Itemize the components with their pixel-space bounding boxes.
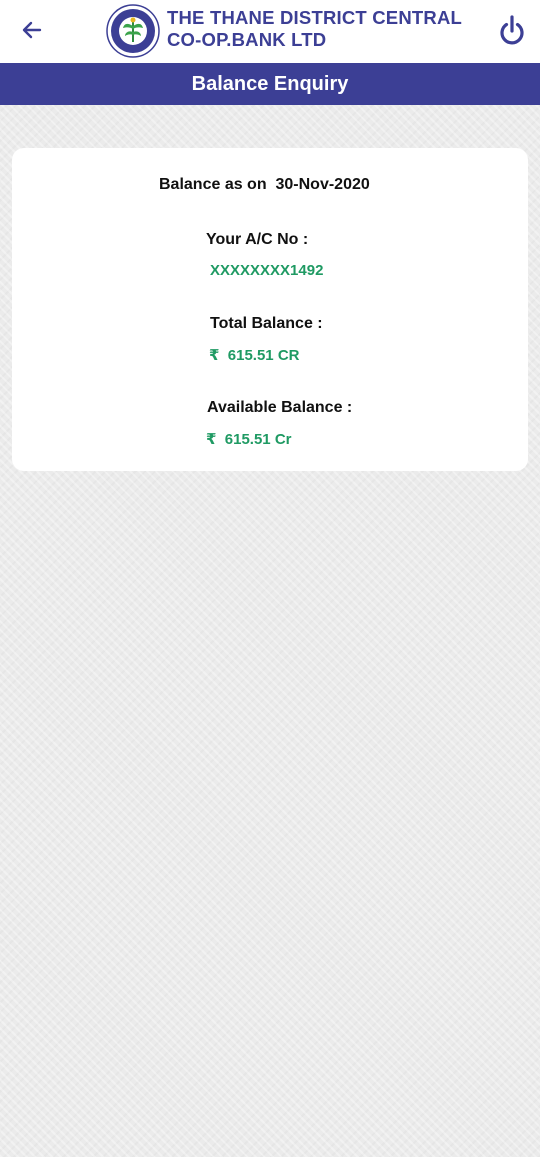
- balance-as-on-date: 30-Nov-2020: [275, 176, 370, 193]
- total-balance-label: Total Balance :: [210, 315, 323, 332]
- back-button[interactable]: [12, 12, 52, 48]
- account-number-value: XXXXXXXX1492: [210, 262, 324, 279]
- account-number-label: Your A/C No :: [206, 231, 309, 248]
- bank-name: THE THANE DISTRICT CENTRAL CO-OP.BANK LT…: [167, 7, 462, 51]
- total-balance-value: ₹ 615.51 CR: [209, 347, 300, 364]
- app-header: THE THANE DISTRICT CENTRAL CO-OP.BANK LT…: [0, 0, 540, 63]
- bank-logo: [106, 4, 160, 58]
- page-title-bar: Balance Enquiry: [0, 63, 540, 105]
- balance-card: Balance as on 30-Nov-2020 Your A/C No : …: [12, 148, 528, 471]
- power-icon: [500, 15, 524, 45]
- page-title: Balance Enquiry: [191, 72, 349, 95]
- logout-button[interactable]: [494, 10, 530, 50]
- available-balance-label: Available Balance :: [207, 399, 353, 416]
- arrow-left-icon: [22, 21, 42, 39]
- bank-name-line2: CO-OP.BANK LTD: [167, 29, 327, 50]
- available-balance-value: ₹ 615.51 Cr: [206, 431, 292, 448]
- bank-name-line1: THE THANE DISTRICT CENTRAL: [167, 7, 463, 28]
- balance-as-on: Balance as on 30-Nov-2020: [159, 176, 370, 194]
- balance-as-on-label: Balance as on: [159, 176, 267, 193]
